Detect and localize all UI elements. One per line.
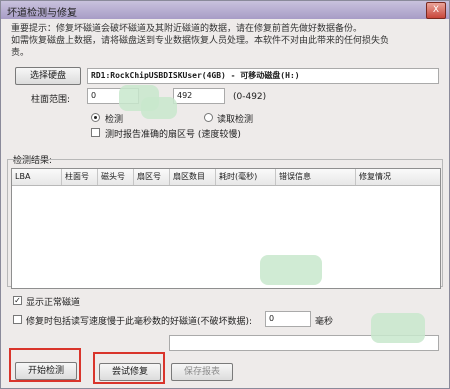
results-table-header: LBA 柱面号 磁头号 扇区号 扇区数目 耗时(毫秒) 错误信息 修复情况 — [12, 169, 440, 186]
column-header-head[interactable]: 磁头号 — [98, 169, 134, 185]
notice-line-3: 责。 — [11, 48, 30, 58]
cylinder-to-input[interactable]: 492 — [173, 88, 225, 104]
save-report-button[interactable]: 保存报表 — [171, 363, 233, 381]
slow-sector-checkbox[interactable] — [91, 128, 100, 137]
window-title: 坏道检测与修复 — [7, 8, 77, 19]
warning-notice: 重要提示：修复坏磁道会破坏磁道及其附近磁道的数据，请在修复前首先做好数据备份。 … — [11, 23, 441, 59]
cylinder-range-hint: (0-492) — [233, 92, 267, 102]
selected-disk-field: RD1:RockChipUSBDISKUser(4GB) - 可移动磁盘(H:) — [87, 68, 439, 84]
column-header-repair[interactable]: 修复情况 — [356, 169, 440, 185]
repair-slow-checkbox[interactable] — [13, 315, 22, 324]
show-normal-checkbox[interactable]: ✓ — [13, 296, 22, 305]
cylinder-range-label: 柱面范围: — [31, 95, 71, 105]
repair-slow-label: 修复时包括读写速度慢于此毫秒数的好磁道(不破坏数据): — [26, 317, 253, 327]
repair-ms-unit: 毫秒 — [315, 317, 334, 327]
results-table[interactable]: LBA 柱面号 磁头号 扇区号 扇区数目 耗时(毫秒) 错误信息 修复情况 — [11, 168, 441, 289]
bad-track-window: 坏道检测与修复 X 重要提示：修复坏磁道会破坏磁道及其附近磁道的数据，请在修复前… — [0, 0, 450, 389]
start-check-button[interactable]: 开始检测 — [15, 362, 77, 380]
watermark-blob — [260, 255, 322, 285]
close-icon[interactable]: X — [426, 2, 446, 19]
check-mode-label: 检测 — [105, 115, 124, 125]
select-disk-button[interactable]: 选择硬盘 — [15, 67, 81, 85]
column-header-error[interactable]: 错误信息 — [276, 169, 356, 185]
check-mode-radio[interactable] — [91, 113, 100, 122]
try-repair-button[interactable]: 尝试修复 — [99, 363, 161, 381]
watermark-blob — [371, 313, 425, 343]
notice-line-2: 如需恢复磁盘上数据，请将磁盘送到专业数据恢复人员处理。本软件不对由此带来的任何损… — [11, 36, 390, 46]
column-header-sector[interactable]: 扇区号 — [134, 169, 170, 185]
read-check-label: 读取检测 — [217, 115, 254, 125]
repair-ms-input[interactable]: 0 — [265, 311, 311, 327]
title-bar[interactable]: 坏道检测与修复 X — [1, 1, 449, 19]
read-check-radio[interactable] — [204, 113, 213, 122]
column-header-cylinder[interactable]: 柱面号 — [62, 169, 98, 185]
column-header-lba[interactable]: LBA — [12, 169, 62, 185]
column-header-sector-count[interactable]: 扇区数目 — [170, 169, 216, 185]
watermark-blob — [141, 97, 177, 119]
show-normal-label: 显示正常磁道 — [26, 298, 81, 308]
notice-line-1: 重要提示：修复坏磁道会破坏磁道及其附近磁道的数据，请在修复前首先做好数据备份。 — [11, 24, 363, 34]
slow-sector-label: 测时报告准确的扇区号 (速度较慢) — [105, 130, 241, 140]
column-header-time[interactable]: 耗时(毫秒) — [216, 169, 276, 185]
